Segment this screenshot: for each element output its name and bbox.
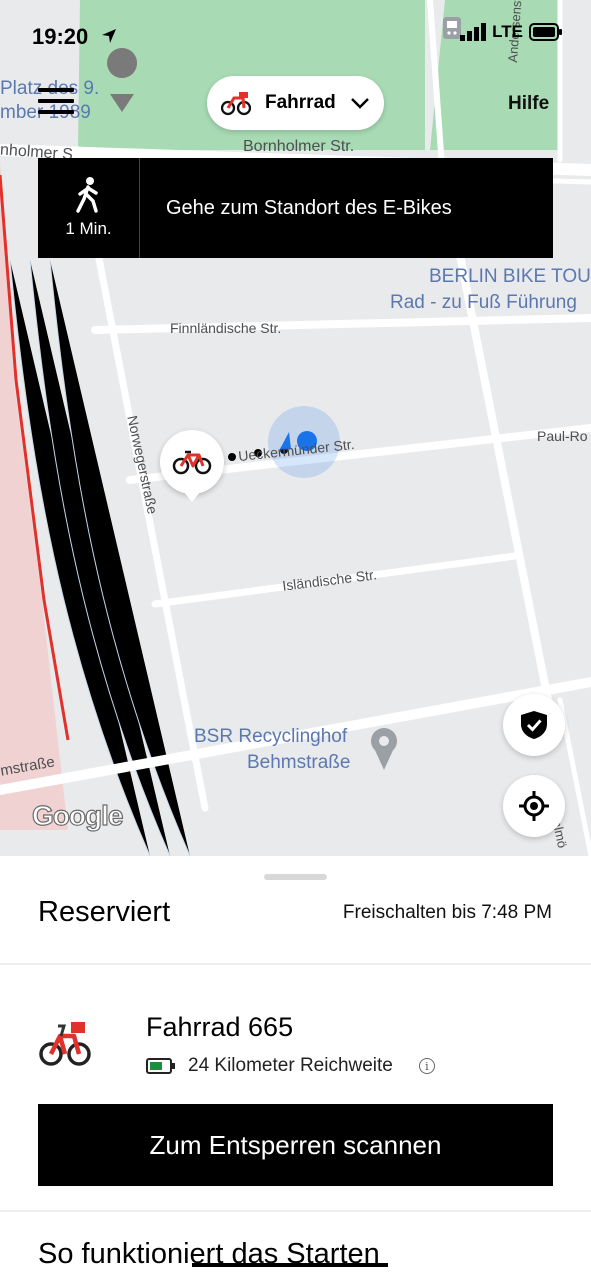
map-label-finnlaendische: Finnländische Str. bbox=[170, 320, 282, 336]
chevron-down-icon bbox=[350, 98, 369, 109]
vehicle-name: Fahrrad 665 bbox=[146, 1012, 294, 1042]
vehicle-range: 24 Kilometer Reichweite bbox=[188, 1055, 393, 1076]
scan-to-unlock-button[interactable]: Zum Entsperren scannen bbox=[38, 1104, 553, 1186]
poi-bsr-line2: Behmstraße bbox=[247, 752, 351, 773]
battery-level-icon bbox=[146, 1058, 175, 1074]
poi-bsr-line1: BSR Recyclinghof bbox=[194, 726, 348, 747]
strike-line bbox=[192, 1263, 388, 1267]
walk-time: 1 Min. bbox=[65, 219, 112, 238]
navigation-instruction: Gehe zum Standort des E-Bikes bbox=[166, 196, 452, 219]
map-label-bornholmer: Bornholmer Str. bbox=[243, 138, 355, 155]
crosshair-icon bbox=[519, 791, 549, 821]
location-arrow-icon bbox=[102, 29, 116, 43]
navigation-banner: 1 Min. Gehe zum Standort des E-Bikes bbox=[38, 158, 553, 258]
battery-icon bbox=[529, 23, 562, 41]
reservation-status: Reserviert bbox=[38, 896, 171, 928]
vehicle-mode-selector[interactable]: Fahrrad bbox=[207, 76, 384, 130]
help-button[interactable]: Hilfe bbox=[508, 93, 549, 115]
transit-icon bbox=[443, 17, 461, 39]
bike-location-marker[interactable] bbox=[160, 430, 224, 502]
bottom-sheet[interactable]: Reserviert Freischalten bis 7:48 PM Fahr… bbox=[0, 856, 591, 1280]
vehicle-range-row: 24 Kilometer Reichweite i bbox=[146, 1055, 435, 1077]
status-time: 19:20 bbox=[32, 24, 89, 49]
poi-tour-line1: BERLIN BIKE TOU bbox=[429, 266, 591, 287]
unlock-deadline: Freischalten bis 7:48 PM bbox=[342, 902, 552, 923]
walking-person-icon bbox=[75, 177, 98, 213]
info-icon[interactable]: i bbox=[418, 1058, 435, 1074]
bicycle-icon bbox=[172, 450, 212, 475]
menu-button[interactable] bbox=[38, 88, 74, 116]
google-logo: Google bbox=[31, 799, 124, 831]
divider bbox=[0, 1210, 591, 1212]
network-type: LTE bbox=[492, 22, 523, 41]
e-bike-image bbox=[39, 1022, 91, 1066]
recenter-location-button[interactable] bbox=[503, 775, 565, 837]
shield-icon bbox=[521, 711, 547, 739]
poi-tour-line2: Rad - zu Fuß Führung bbox=[390, 292, 577, 313]
e-bike-icon bbox=[221, 92, 251, 116]
divider bbox=[0, 963, 591, 965]
status-bar: 19:20 LTE bbox=[0, 0, 591, 70]
safety-toolkit-button[interactable] bbox=[503, 694, 565, 756]
mode-label: Fahrrad bbox=[265, 92, 336, 113]
sheet-drag-handle[interactable] bbox=[264, 874, 327, 880]
signal-icon bbox=[460, 23, 487, 41]
map-label-paul: Paul-Ro bbox=[537, 428, 588, 444]
